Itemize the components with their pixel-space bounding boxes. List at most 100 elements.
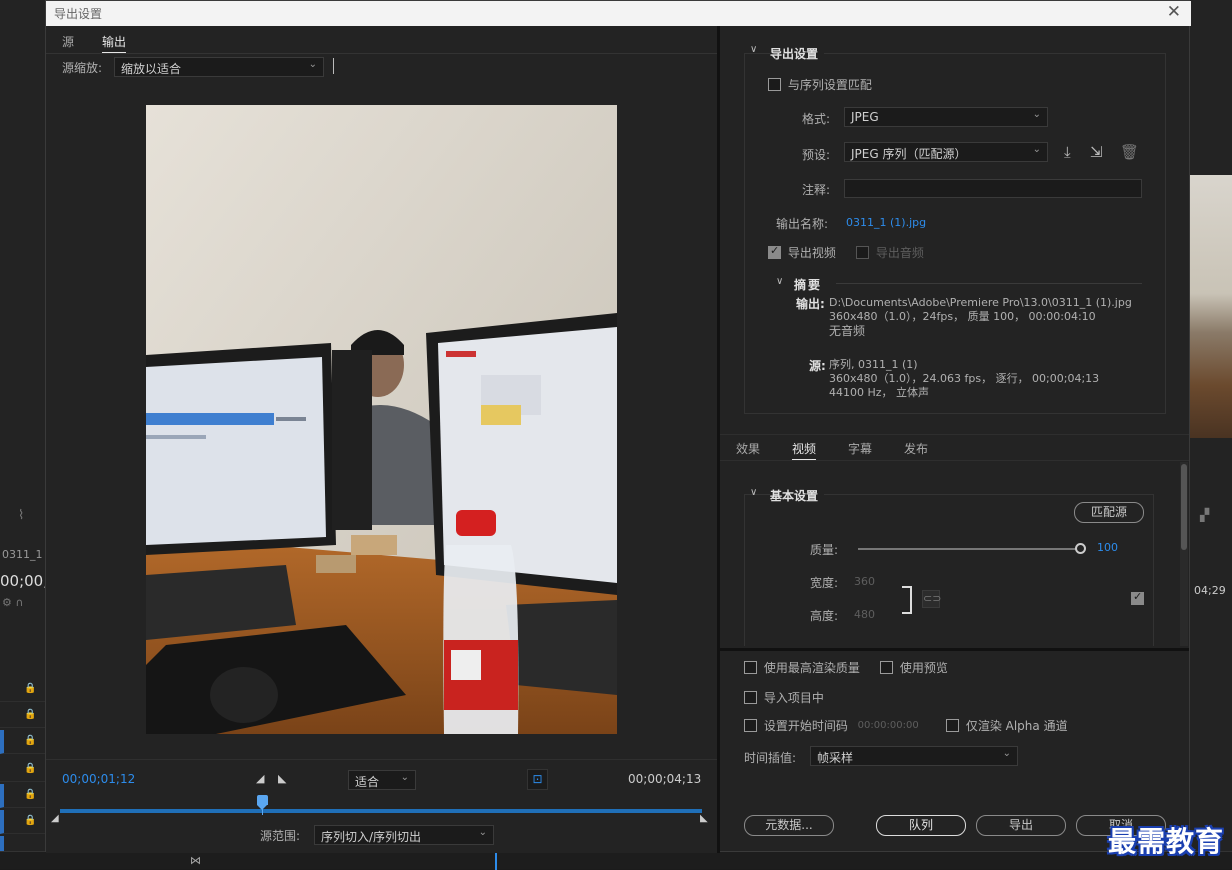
playhead-handle[interactable] xyxy=(256,795,268,810)
metadata-button[interactable]: 元数据... xyxy=(744,815,834,836)
chevron-down-icon: ⌄ xyxy=(1002,748,1011,759)
summary-rule xyxy=(836,283,1142,284)
source-scale-value: 缩放以适合 xyxy=(121,62,182,76)
alpha-only-checkbox[interactable]: 仅渲染 Alpha 通道 xyxy=(946,717,1068,734)
tab-video[interactable]: 视频 xyxy=(792,440,817,460)
range-out-marker-icon[interactable]: ◣ xyxy=(700,813,708,824)
preset-select[interactable]: JPEG 序列（匹配源） ⌄ xyxy=(844,142,1048,162)
fit-select[interactable]: 适合 ⌄ xyxy=(348,770,416,790)
checkbox[interactable] xyxy=(744,661,757,674)
comment-label: 注释: xyxy=(802,183,831,197)
fit-value: 适合 xyxy=(355,775,380,789)
source-range-value: 序列切入/序列切出 xyxy=(321,830,422,844)
video-settings-scroll: ∨ 基本设置 匹配源 质量: 100 宽度: 360 高度: 480 ⊂⊃ xyxy=(720,462,1189,646)
quality-slider-handle[interactable] xyxy=(1075,543,1086,554)
link-bracket xyxy=(902,586,912,614)
scrub-track[interactable] xyxy=(60,809,702,813)
current-time[interactable]: 00;00;01;12 xyxy=(62,772,135,786)
export-audio-label: 导出音频 xyxy=(875,246,924,260)
video-preview-frame xyxy=(146,105,617,734)
source-range-select[interactable]: 序列切入/序列切出 ⌄ xyxy=(314,825,494,845)
tab-effects[interactable]: 效果 xyxy=(736,440,760,457)
toolbar-separator xyxy=(333,58,334,74)
format-select[interactable]: JPEG ⌄ xyxy=(844,107,1048,127)
range-in-marker-icon[interactable]: ◢ xyxy=(51,813,59,824)
start-timecode-checkbox[interactable]: 设置开始时间码 00:00:00:00 xyxy=(744,717,919,734)
checkbox[interactable] xyxy=(768,78,781,91)
comment-field[interactable] xyxy=(844,179,1142,198)
tab-captions[interactable]: 字幕 xyxy=(848,440,872,457)
scrollbar[interactable] xyxy=(1180,462,1188,646)
checkbox[interactable] xyxy=(946,719,959,732)
save-preset-icon[interactable]: ⤓ xyxy=(1064,143,1071,161)
export-audio-checkbox[interactable]: 导出音频 xyxy=(856,244,924,261)
checkbox[interactable] xyxy=(880,661,893,674)
summary-source-line: 序列, 0311_1 (1) xyxy=(829,358,918,371)
summary-output-label: 输出: xyxy=(796,297,825,311)
transport-area: 00;00;01;12 ◢ ◣ 适合 ⌄ ⊡ 00;00;04;13 ◢ ◣ 源… xyxy=(46,759,718,853)
format-label: 格式: xyxy=(802,112,831,126)
time-interp-select[interactable]: 帧采样 ⌄ xyxy=(810,746,1018,766)
source-scale-label: 源缩放: xyxy=(62,61,103,75)
source-range-label: 源范围: xyxy=(260,829,301,843)
watermark-logo: 最需教育 xyxy=(1108,825,1225,858)
export-settings-dialog: 导出设置 ✕ 源 输出 源缩放: 缩放以适合 ⌄ 00;00;01;12 ◢ ◣… xyxy=(45,0,1191,853)
import-preset-icon[interactable]: ⇲ xyxy=(1090,143,1103,161)
bg-right-icon: ▞ xyxy=(1200,508,1210,522)
match-source-button[interactable]: 匹配源 xyxy=(1074,502,1144,523)
summary-source-label: 源: xyxy=(809,359,826,373)
delete-preset-icon[interactable]: 🗑 xyxy=(1120,143,1139,161)
queue-button[interactable]: 队列 xyxy=(876,815,966,836)
checkbox[interactable] xyxy=(856,246,869,259)
use-preview-checkbox[interactable]: 使用预览 xyxy=(880,659,948,676)
chevron-down-icon[interactable]: ∨ xyxy=(776,276,783,287)
playhead-line xyxy=(262,808,264,815)
max-render-checkbox[interactable]: 使用最高渲染质量 xyxy=(744,659,860,676)
start-timecode-value: 00:00:00:00 xyxy=(857,720,919,731)
checkbox[interactable] xyxy=(768,244,781,259)
format-value: JPEG xyxy=(851,110,879,124)
bg-right-timecode: 04;29 xyxy=(1194,584,1226,597)
preview-tabs: 源 输出 xyxy=(46,29,718,54)
mark-in-icon[interactable]: ◢ xyxy=(256,772,264,785)
checkbox[interactable] xyxy=(744,691,757,704)
tab-source[interactable]: 源 xyxy=(62,33,74,50)
aspect-toggle-icon[interactable]: ⊡ xyxy=(527,769,548,790)
bg-bowtie-icon: ⋈ xyxy=(190,854,201,867)
quality-slider-track[interactable] xyxy=(858,548,1080,550)
start-timecode-label: 设置开始时间码 xyxy=(763,719,848,733)
height-value: 480 xyxy=(854,608,875,621)
background-status-strip: ⋈ xyxy=(0,851,1232,870)
import-project-label: 导入项目中 xyxy=(763,691,824,705)
link-icon[interactable]: ⊂⊃ xyxy=(922,590,941,608)
match-sequence-label: 与序列设置匹配 xyxy=(787,78,872,92)
close-icon[interactable]: ✕ xyxy=(1167,2,1181,22)
settings-tabs: 效果 视频 字幕 发布 xyxy=(720,434,1189,461)
match-sequence-checkbox[interactable]: 与序列设置匹配 xyxy=(768,76,872,93)
scrollbar-thumb[interactable] xyxy=(1181,464,1187,550)
chevron-down-icon[interactable]: ∨ xyxy=(750,44,757,55)
bg-playhead-line xyxy=(495,852,497,870)
preset-label: 预设: xyxy=(802,148,831,162)
bg-track: 🔒 xyxy=(0,730,45,754)
source-scale-select[interactable]: 缩放以适合 ⌄ xyxy=(114,57,324,77)
export-button[interactable]: 导出 xyxy=(976,815,1066,836)
import-project-checkbox[interactable]: 导入项目中 xyxy=(744,689,824,706)
chevron-down-icon[interactable]: ∨ xyxy=(750,487,757,498)
summary-output-line: 360x480（1.0），24fps， 质量 100， 00:00:04:10 xyxy=(829,310,1096,323)
width-label: 宽度: xyxy=(810,576,839,590)
output-name-link[interactable]: 0311_1 (1).jpg xyxy=(846,216,926,229)
summary-source-line: 360x480（1.0），24.063 fps， 逐行， 00;00;04;13 xyxy=(829,372,1100,385)
summary-output-lines: D:\Documents\Adobe\Premiere Pro\13.0\031… xyxy=(829,296,1132,338)
bg-track: 🔒 xyxy=(0,704,45,728)
tab-output[interactable]: 输出 xyxy=(102,33,127,53)
tab-publish[interactable]: 发布 xyxy=(904,440,928,457)
quality-value[interactable]: 100 xyxy=(1097,541,1118,554)
end-time: 00;00;04;13 xyxy=(628,772,702,786)
mark-out-icon[interactable]: ◣ xyxy=(278,772,286,785)
preset-value: JPEG 序列（匹配源） xyxy=(851,147,967,161)
chevron-down-icon: ⌄ xyxy=(1032,144,1041,155)
checkbox[interactable] xyxy=(744,719,757,732)
resize-checkbox[interactable] xyxy=(1131,590,1144,605)
export-video-checkbox[interactable]: 导出视频 xyxy=(768,244,836,261)
